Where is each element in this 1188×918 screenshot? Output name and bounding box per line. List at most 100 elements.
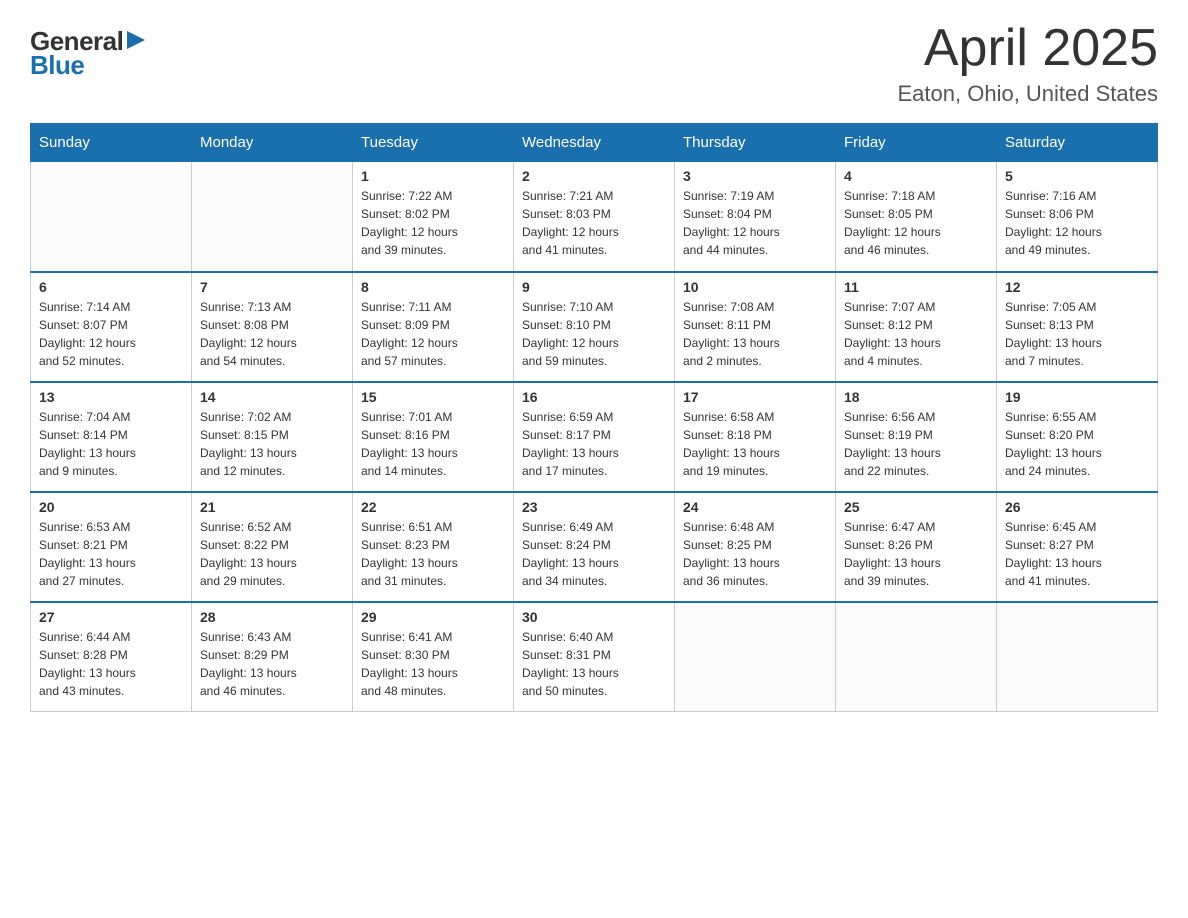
day-info: Sunrise: 7:16 AMSunset: 8:06 PMDaylight:… — [1005, 187, 1149, 259]
calendar-day-cell — [675, 602, 836, 712]
day-number: 4 — [844, 168, 988, 184]
day-number: 7 — [200, 279, 344, 295]
day-info: Sunrise: 6:52 AMSunset: 8:22 PMDaylight:… — [200, 518, 344, 590]
day-number: 1 — [361, 168, 505, 184]
title-block: April 2025 Eaton, Ohio, United States — [898, 20, 1159, 107]
calendar-day-header: Monday — [192, 124, 353, 162]
day-number: 12 — [1005, 279, 1149, 295]
day-info: Sunrise: 6:59 AMSunset: 8:17 PMDaylight:… — [522, 408, 666, 480]
day-number: 5 — [1005, 168, 1149, 184]
calendar-day-header: Wednesday — [514, 124, 675, 162]
calendar-day-cell: 4 Sunrise: 7:18 AMSunset: 8:05 PMDaylight… — [836, 162, 997, 272]
calendar-week-row: 6Sunrise: 7:14 AMSunset: 8:07 PMDaylight… — [31, 272, 1158, 382]
day-info: Sunrise: 6:41 AMSunset: 8:30 PMDaylight:… — [361, 628, 505, 700]
day-info: Sunrise: 7:13 AMSunset: 8:08 PMDaylight:… — [200, 298, 344, 370]
day-number: 18 — [844, 389, 988, 405]
calendar-day-header: Tuesday — [353, 124, 514, 162]
calendar-day-cell — [192, 162, 353, 272]
calendar-day-cell: 29 Sunrise: 6:41 AMSunset: 8:30 PMDayligh… — [353, 602, 514, 712]
day-number: 29 — [361, 609, 505, 625]
calendar-day-cell: 11Sunrise: 7:07 AMSunset: 8:12 PMDayligh… — [836, 272, 997, 382]
calendar-day-header: Sunday — [31, 124, 192, 162]
calendar-week-row: 1 Sunrise: 7:22 AMSunset: 8:02 PMDaylight… — [31, 162, 1158, 272]
day-info: Sunrise: 6:48 AMSunset: 8:25 PMDaylight:… — [683, 518, 827, 590]
calendar-day-cell: 20 Sunrise: 6:53 AMSunset: 8:21 PMDayligh… — [31, 492, 192, 602]
calendar-day-header: Friday — [836, 124, 997, 162]
day-number: 27 — [39, 609, 183, 625]
calendar-day-header: Saturday — [997, 124, 1158, 162]
calendar-day-cell: 25Sunrise: 6:47 AMSunset: 8:26 PMDayligh… — [836, 492, 997, 602]
day-number: 15 — [361, 389, 505, 405]
day-number: 22 — [361, 499, 505, 515]
day-number: 10 — [683, 279, 827, 295]
calendar-day-cell — [836, 602, 997, 712]
calendar-week-row: 27 Sunrise: 6:44 AMSunset: 8:28 PMDayligh… — [31, 602, 1158, 712]
calendar-day-cell: 26 Sunrise: 6:45 AMSunset: 8:27 PMDayligh… — [997, 492, 1158, 602]
day-info: Sunrise: 6:44 AMSunset: 8:28 PMDaylight:… — [39, 628, 183, 700]
calendar-day-cell: 24Sunrise: 6:48 AMSunset: 8:25 PMDayligh… — [675, 492, 836, 602]
calendar-subtitle: Eaton, Ohio, United States — [898, 81, 1159, 107]
calendar-day-cell: 3 Sunrise: 7:19 AMSunset: 8:04 PMDaylight… — [675, 162, 836, 272]
day-number: 14 — [200, 389, 344, 405]
calendar-day-cell: 2 Sunrise: 7:21 AMSunset: 8:03 PMDaylight… — [514, 162, 675, 272]
day-info: Sunrise: 6:55 AMSunset: 8:20 PMDaylight:… — [1005, 408, 1149, 480]
calendar-day-cell — [31, 162, 192, 272]
day-info: Sunrise: 7:11 AMSunset: 8:09 PMDaylight:… — [361, 298, 505, 370]
day-info: Sunrise: 6:53 AMSunset: 8:21 PMDaylight:… — [39, 518, 183, 590]
calendar-day-cell: 28Sunrise: 6:43 AMSunset: 8:29 PMDayligh… — [192, 602, 353, 712]
calendar-day-cell: 1 Sunrise: 7:22 AMSunset: 8:02 PMDaylight… — [353, 162, 514, 272]
day-number: 21 — [200, 499, 344, 515]
logo-arrow-icon — [125, 29, 147, 51]
day-info: Sunrise: 6:56 AMSunset: 8:19 PMDaylight:… — [844, 408, 988, 480]
day-number: 26 — [1005, 499, 1149, 515]
day-info: Sunrise: 7:05 AMSunset: 8:13 PMDaylight:… — [1005, 298, 1149, 370]
calendar-day-cell — [997, 602, 1158, 712]
calendar-day-cell: 5 Sunrise: 7:16 AMSunset: 8:06 PMDaylight… — [997, 162, 1158, 272]
calendar-day-cell: 7 Sunrise: 7:13 AMSunset: 8:08 PMDaylight… — [192, 272, 353, 382]
day-number: 17 — [683, 389, 827, 405]
calendar-day-cell: 13Sunrise: 7:04 AMSunset: 8:14 PMDayligh… — [31, 382, 192, 492]
calendar-day-cell: 14 Sunrise: 7:02 AMSunset: 8:15 PMDayligh… — [192, 382, 353, 492]
day-info: Sunrise: 7:22 AMSunset: 8:02 PMDaylight:… — [361, 187, 505, 259]
calendar-table: SundayMondayTuesdayWednesdayThursdayFrid… — [30, 123, 1158, 712]
calendar-day-cell: 15Sunrise: 7:01 AMSunset: 8:16 PMDayligh… — [353, 382, 514, 492]
day-number: 8 — [361, 279, 505, 295]
calendar-day-cell: 21 Sunrise: 6:52 AMSunset: 8:22 PMDayligh… — [192, 492, 353, 602]
calendar-day-cell: 18 Sunrise: 6:56 AMSunset: 8:19 PMDayligh… — [836, 382, 997, 492]
calendar-day-cell: 16Sunrise: 6:59 AMSunset: 8:17 PMDayligh… — [514, 382, 675, 492]
calendar-header-row: SundayMondayTuesdayWednesdayThursdayFrid… — [31, 124, 1158, 162]
day-info: Sunrise: 6:49 AMSunset: 8:24 PMDaylight:… — [522, 518, 666, 590]
calendar-week-row: 20 Sunrise: 6:53 AMSunset: 8:21 PMDayligh… — [31, 492, 1158, 602]
calendar-day-header: Thursday — [675, 124, 836, 162]
day-info: Sunrise: 6:58 AMSunset: 8:18 PMDaylight:… — [683, 408, 827, 480]
day-number: 30 — [522, 609, 666, 625]
day-info: Sunrise: 7:10 AMSunset: 8:10 PMDaylight:… — [522, 298, 666, 370]
calendar-day-cell: 22 Sunrise: 6:51 AMSunset: 8:23 PMDayligh… — [353, 492, 514, 602]
calendar-day-cell: 9 Sunrise: 7:10 AMSunset: 8:10 PMDaylight… — [514, 272, 675, 382]
calendar-title: April 2025 — [898, 20, 1159, 77]
day-info: Sunrise: 6:45 AMSunset: 8:27 PMDaylight:… — [1005, 518, 1149, 590]
calendar-day-cell: 8 Sunrise: 7:11 AMSunset: 8:09 PMDaylight… — [353, 272, 514, 382]
day-number: 9 — [522, 279, 666, 295]
day-info: Sunrise: 6:51 AMSunset: 8:23 PMDaylight:… — [361, 518, 505, 590]
day-info: Sunrise: 7:21 AMSunset: 8:03 PMDaylight:… — [522, 187, 666, 259]
day-number: 25 — [844, 499, 988, 515]
day-info: Sunrise: 7:04 AMSunset: 8:14 PMDaylight:… — [39, 408, 183, 480]
day-info: Sunrise: 7:08 AMSunset: 8:11 PMDaylight:… — [683, 298, 827, 370]
day-number: 6 — [39, 279, 183, 295]
day-info: Sunrise: 7:18 AMSunset: 8:05 PMDaylight:… — [844, 187, 988, 259]
day-info: Sunrise: 7:19 AMSunset: 8:04 PMDaylight:… — [683, 187, 827, 259]
calendar-day-cell: 10 Sunrise: 7:08 AMSunset: 8:11 PMDayligh… — [675, 272, 836, 382]
day-number: 20 — [39, 499, 183, 515]
day-number: 3 — [683, 168, 827, 184]
day-number: 2 — [522, 168, 666, 184]
logo: General Blue — [30, 28, 147, 78]
calendar-day-cell: 30Sunrise: 6:40 AMSunset: 8:31 PMDayligh… — [514, 602, 675, 712]
day-number: 23 — [522, 499, 666, 515]
calendar-day-cell: 27 Sunrise: 6:44 AMSunset: 8:28 PMDayligh… — [31, 602, 192, 712]
calendar-day-cell: 12 Sunrise: 7:05 AMSunset: 8:13 PMDayligh… — [997, 272, 1158, 382]
calendar-day-cell: 6Sunrise: 7:14 AMSunset: 8:07 PMDaylight… — [31, 272, 192, 382]
day-info: Sunrise: 7:02 AMSunset: 8:15 PMDaylight:… — [200, 408, 344, 480]
day-number: 19 — [1005, 389, 1149, 405]
day-number: 11 — [844, 279, 988, 295]
